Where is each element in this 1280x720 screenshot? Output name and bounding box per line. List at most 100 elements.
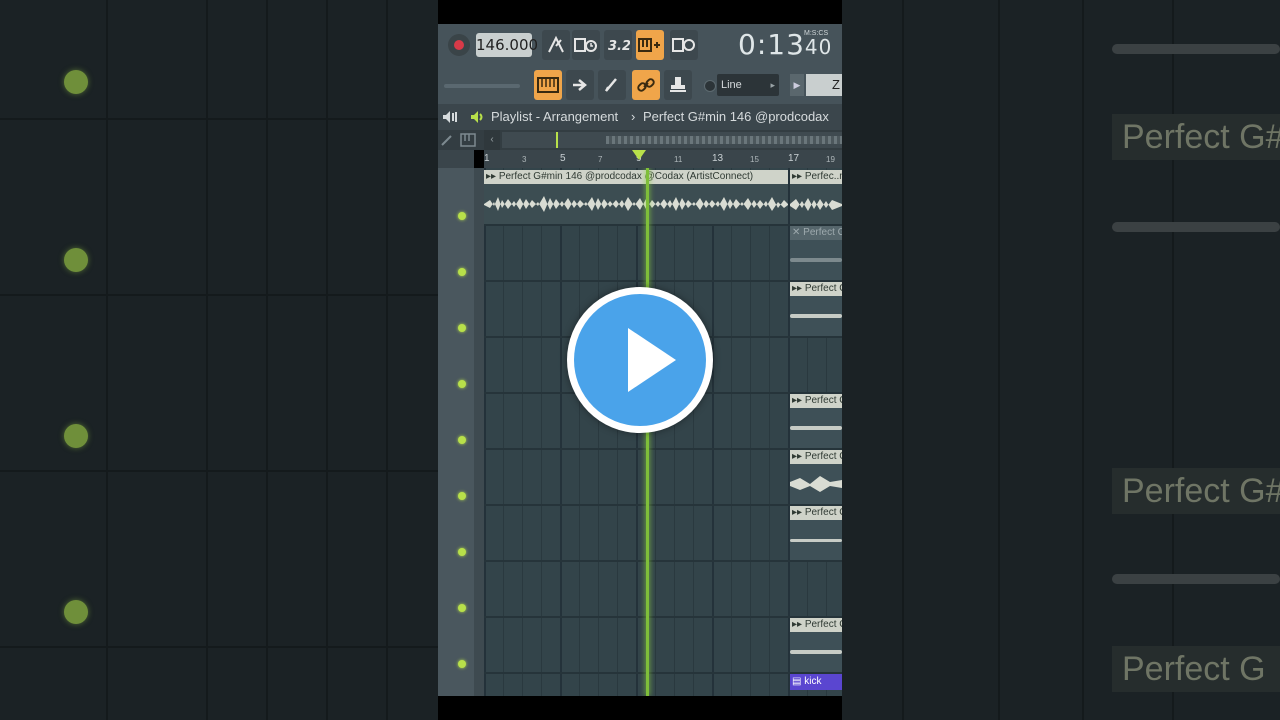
bottom-bar [438, 696, 842, 720]
snap-arrow-button[interactable] [566, 70, 594, 100]
clip-title: Perfect G#min 146 @prodcodax @Codax (Art… [498, 171, 754, 182]
bg-track-led [64, 70, 88, 94]
snap-selector[interactable]: Line ▸ [717, 74, 779, 96]
snap-knob[interactable] [704, 80, 716, 92]
step-edit-button[interactable] [636, 30, 664, 60]
audio-clip-slice-5-header[interactable]: ▸▸ Perfect G [790, 618, 842, 632]
playlist-overview-scrollbar[interactable]: ‹ [438, 130, 842, 150]
bg-track-led [64, 424, 88, 448]
transport-toolbar: 146.000 3.2 0:1340 M:S:CS [438, 24, 842, 66]
draw-icon[interactable] [440, 133, 454, 147]
audio-clip-slice-3-body[interactable] [790, 464, 842, 504]
scroll-right-button[interactable]: ▶ [790, 74, 804, 96]
waveform [484, 196, 788, 212]
ruler-corner [438, 150, 474, 168]
link-button[interactable] [632, 70, 660, 100]
zoom-button[interactable]: Z [806, 74, 842, 96]
audio-clip-slice-2-body[interactable] [790, 408, 842, 448]
wait-input-button[interactable] [572, 30, 600, 60]
stamp-tool-button[interactable] [664, 70, 692, 100]
waveform [790, 314, 842, 318]
clip-arrow-icon: ▸▸ [792, 395, 805, 406]
playlist-header: Playlist - Arrangement › Perfect G#min 1… [438, 104, 842, 130]
track-7-led[interactable] [458, 548, 466, 556]
scroll-left-button[interactable]: ‹ [484, 130, 500, 150]
waveform [790, 476, 842, 492]
record-button[interactable] [448, 34, 470, 56]
audio-clip-muted-header[interactable]: ✕ Perfect G [790, 226, 842, 240]
track-headers [438, 150, 482, 696]
play-icon [628, 328, 676, 392]
bg-grid-line [0, 646, 438, 648]
ruler-mark: 5 [560, 153, 566, 164]
countdown-button[interactable]: 3.2 [604, 30, 632, 60]
piano-icon[interactable] [460, 133, 476, 147]
playhead-marker[interactable] [632, 150, 646, 160]
caret-right-icon: ▶ [793, 80, 801, 90]
ruler-mark: 17 [788, 153, 800, 164]
bg-grid-line [0, 470, 438, 472]
audio-clip-slice-1-header[interactable]: ▸▸ Perfect G [790, 282, 842, 296]
master-pitch-slider[interactable] [444, 84, 520, 88]
clip-title: Perfect G [803, 227, 842, 238]
audio-clip-slice-2-header[interactable]: ▸▸ Perfect G [790, 394, 842, 408]
bg-track-led [64, 248, 88, 272]
ruler-mark: 19 [826, 155, 835, 164]
time-sub: 40 [804, 35, 833, 59]
kick-clip[interactable]: ▤ kick [790, 674, 842, 690]
audio-clip-slice-3-header[interactable]: ▸▸ Perfect G [790, 450, 842, 464]
track-5-led[interactable] [458, 436, 466, 444]
blurred-background-right: Perfect G# Perfect G# Perfect G [842, 0, 1280, 720]
bg-grid-line [106, 0, 108, 720]
overview-track [502, 132, 842, 148]
video-play-button[interactable] [567, 287, 713, 433]
mute-x-icon: ✕ [792, 227, 804, 238]
timeline-ruler[interactable]: 1 3 5 7 9 11 13 15 17 19 [484, 150, 842, 168]
playlist-grid[interactable]: ▸▸ Perfect G#min 146 @prodcodax @Codax (… [484, 168, 842, 696]
volume-icon[interactable] [470, 110, 486, 124]
track-separator [484, 504, 842, 506]
clip-arrow-icon: ▸▸ [792, 507, 805, 518]
audio-clip-main-header[interactable]: ▸▸ Perfect G#min 146 @prodcodax @Codax (… [484, 170, 788, 184]
play-button-circle [574, 294, 706, 426]
clip-title: Perfec..nc [804, 171, 842, 182]
audio-clip-slice-1-body[interactable] [790, 296, 842, 336]
tempo-display[interactable]: 146.000 [476, 33, 538, 57]
track-1-led[interactable] [458, 212, 466, 220]
draw-tool-button[interactable] [598, 70, 626, 100]
tools-toolbar: Line ▸ ▶ Z [438, 66, 842, 104]
metronome-icon [548, 35, 564, 53]
metronome-button[interactable] [542, 30, 570, 60]
overview-clips [606, 136, 842, 144]
waveform [790, 650, 842, 654]
clip-arrow-icon: ▸▸ [792, 283, 805, 294]
audio-clip-right-top-header[interactable]: ▸▸ Perfec..nc [790, 170, 842, 184]
audio-clip-slice-4-header[interactable]: ▸▸ Perfect G [790, 506, 842, 520]
audio-clip-slice-4-body[interactable] [790, 520, 842, 560]
time-unit-label: M:S:CS [804, 30, 829, 37]
audio-clip-right-top-body[interactable] [790, 184, 842, 224]
track-2-led[interactable] [458, 268, 466, 276]
track-separator [484, 672, 842, 674]
track-8-led[interactable] [458, 604, 466, 612]
typing-keyboard-button[interactable] [534, 70, 562, 100]
link-icon [637, 78, 655, 92]
loop-record-button[interactable] [670, 30, 698, 60]
audio-clip-slice-5-body[interactable] [790, 632, 842, 672]
speaker-icon[interactable] [442, 110, 458, 124]
clip-title: Perfect G [804, 395, 842, 406]
track-9-led[interactable] [458, 660, 466, 668]
keyboard-icon [537, 77, 559, 93]
ruler-mark: 3 [522, 155, 527, 164]
bg-waveform [1112, 44, 1280, 54]
pattern-name[interactable]: Perfect G#min 146 @prodcodax [643, 109, 829, 124]
clip-title: Perfect G [804, 451, 842, 462]
track-separator [484, 616, 842, 618]
track-4-led[interactable] [458, 380, 466, 388]
track-3-led[interactable] [458, 324, 466, 332]
bg-grid-line [266, 0, 268, 720]
audio-clip-muted-body[interactable] [790, 240, 842, 280]
countdown-icon: 3.2 [608, 39, 631, 54]
track-6-led[interactable] [458, 492, 466, 500]
audio-clip-main-body[interactable] [484, 184, 788, 224]
